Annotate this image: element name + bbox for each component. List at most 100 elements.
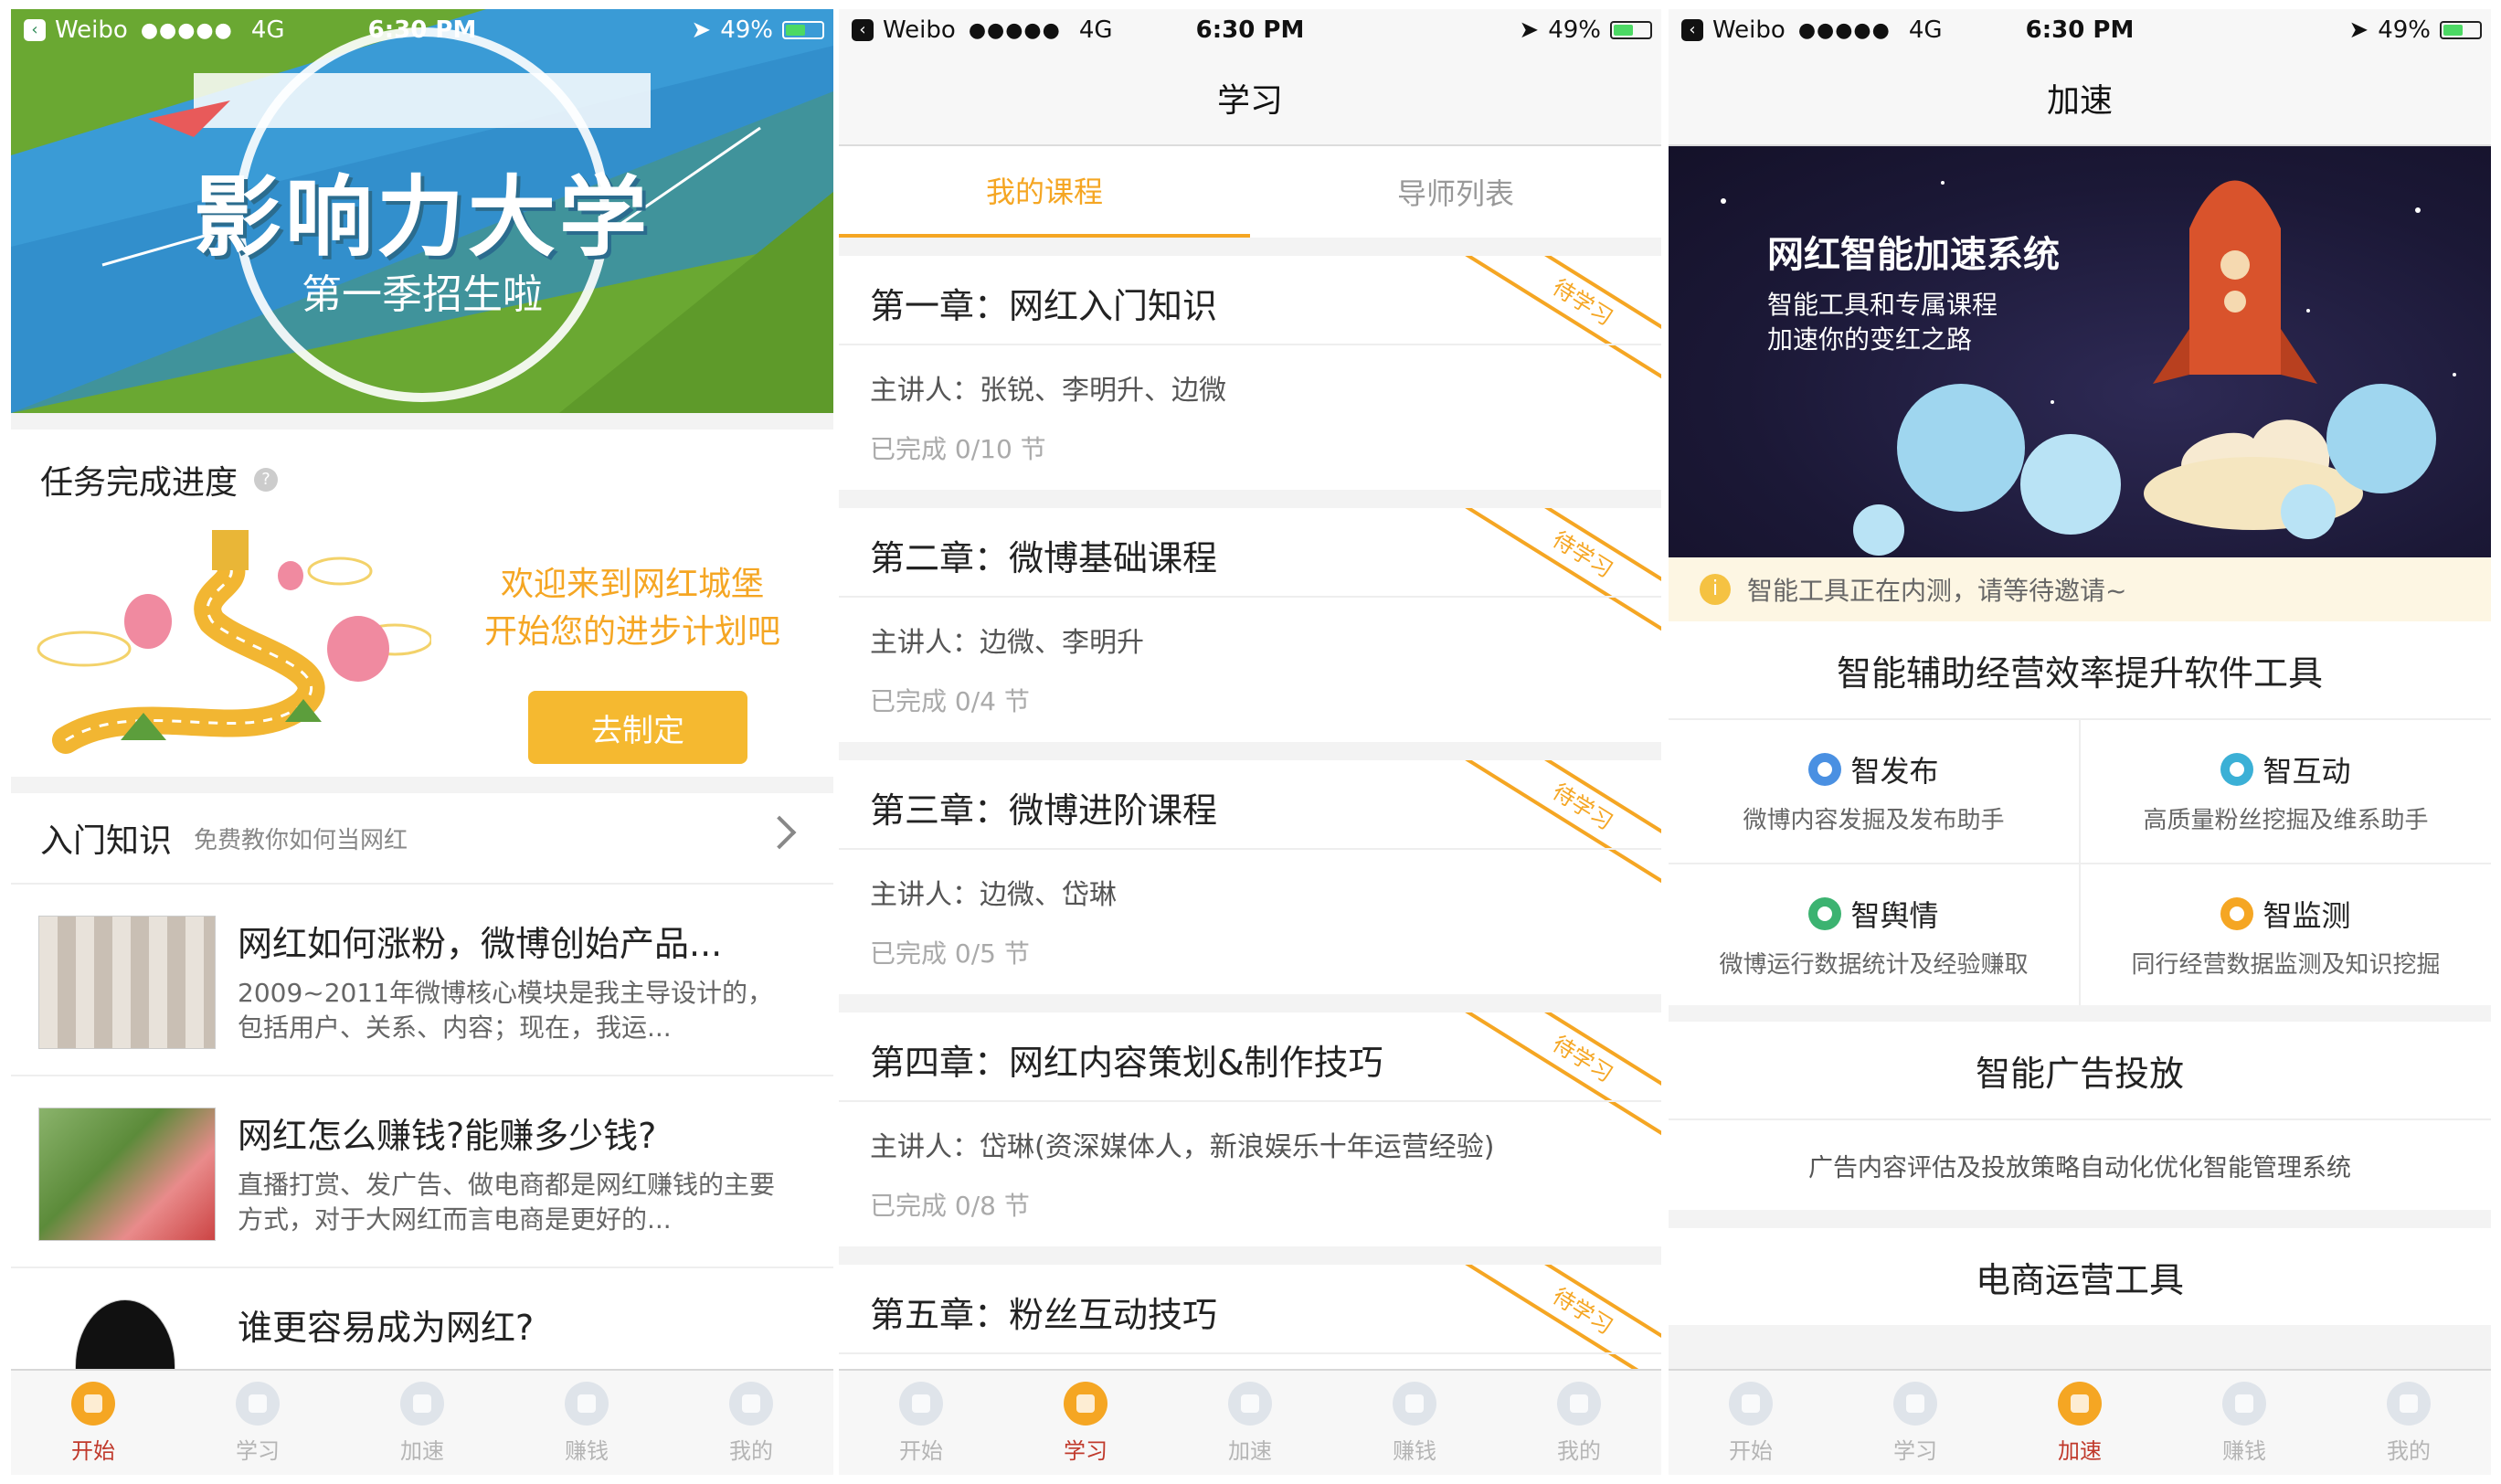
tab-mine[interactable]: 我的 [669, 1371, 833, 1475]
tool-smart-publish[interactable]: 智发布 微博内容发掘及发布助手 [1669, 720, 2079, 863]
banner-subtitle: 第一季招生啦 [302, 271, 543, 318]
accelerate-banner-line-2: 加速你的变红之路 [1767, 324, 1973, 355]
signal-icon: ●●●●● [1797, 18, 1891, 42]
status-bar: ‹ Weibo ●●●●● 4G 6:30 PM ➤ 49% [1669, 9, 2491, 51]
interact-icon [2220, 752, 2254, 786]
carrier-label: Weibo [883, 16, 956, 44]
intro-title: 入门知识 [40, 822, 173, 860]
book-icon [1064, 1381, 1107, 1426]
segment-my-courses[interactable]: 我的课程 [839, 146, 1250, 238]
chapter-title: 第一章：网红入门知识 [870, 286, 1218, 326]
chapter-card[interactable]: 第四章：网红内容策划&制作技巧 待学习 主讲人：岱琳(资深媒体人，新浪娱乐十年运… [839, 1012, 1661, 1246]
home-icon [899, 1381, 943, 1426]
battery-percent: 49% [2378, 16, 2431, 44]
pending-ribbon: 待学习 [1454, 760, 1661, 899]
chapter-title: 第五章：粉丝互动技巧 [870, 1295, 1218, 1335]
tab-label: 开始 [71, 1437, 115, 1464]
chapter-card[interactable]: 第三章：微博进阶课程 待学习 主讲人：边微、岱琳 已完成 0/5 节 [839, 760, 1661, 994]
carrier-label: Weibo [55, 16, 128, 44]
sentiment-icon [1808, 896, 1842, 930]
rocket-icon [400, 1381, 444, 1426]
ads-description: 广告内容评估及投放策略自动化优化智能管理系统 [1669, 1118, 2491, 1210]
publish-icon [1808, 752, 1842, 786]
tab-label: 我的 [729, 1437, 773, 1464]
battery-icon [1610, 21, 1652, 39]
tab-accelerate[interactable]: 加速 [1168, 1371, 1332, 1475]
home-icon [71, 1381, 115, 1426]
tab-accelerate[interactable]: 加速 [1998, 1371, 2162, 1475]
chapter-title: 第四章：网红内容策划&制作技巧 [870, 1043, 1383, 1083]
screen-study: ‹ Weibo ●●●●● 4G 6:30 PM ➤ 49% 学习 我的课程 导… [839, 9, 1661, 1475]
back-to-app-icon[interactable]: ‹ [852, 19, 874, 41]
segment-tutor-list[interactable]: 导师列表 [1250, 146, 1661, 238]
tool-description: 微博内容发掘及发布助手 [1743, 806, 2005, 834]
tab-earn[interactable]: 赚钱 [504, 1371, 669, 1475]
location-arrow-icon: ➤ [2348, 16, 2369, 44]
tab-earn[interactable]: 赚钱 [2162, 1371, 2326, 1475]
tab-label: 赚钱 [1393, 1437, 1436, 1464]
tab-label: 赚钱 [2222, 1437, 2266, 1464]
task-progress-title: 任务完成进度 [40, 464, 238, 502]
tool-smart-interact[interactable]: 智互动 高质量粉丝挖掘及维系助手 [2081, 720, 2491, 863]
battery-icon [782, 21, 824, 39]
home-icon [1729, 1381, 1773, 1426]
road-illustration [37, 530, 431, 754]
beta-notice-text: 智能工具正在内测，请等待邀请~ [1747, 576, 2127, 606]
welcome-card: 欢迎来到网红城堡 开始您的进步计划吧 去制定 [11, 530, 833, 777]
monitor-icon [2220, 896, 2254, 930]
chapter-progress: 已完成 0/5 节 [870, 938, 1030, 969]
rocket-icon [2058, 1381, 2102, 1426]
tab-accelerate[interactable]: 加速 [340, 1371, 504, 1475]
article-description: 直播打赏、发广告、做电商都是网红赚钱的主要方式，对于大网红而言电商是更好的... [238, 1170, 776, 1235]
make-plan-button[interactable]: 去制定 [528, 691, 747, 764]
location-arrow-icon: ➤ [691, 16, 712, 44]
tool-name: 智监测 [2263, 897, 2351, 933]
screen-accelerate: ‹ Weibo ●●●●● 4G 6:30 PM ➤ 49% 加速 网红智能加速… [1669, 9, 2491, 1475]
chapter-progress: 已完成 0/10 节 [870, 434, 1046, 464]
divider [839, 848, 1661, 850]
chapter-title: 第三章：微博进阶课程 [870, 790, 1218, 831]
divider [839, 1352, 1661, 1354]
article-item[interactable]: 网红怎么赚钱?能赚多少钱? 直播打赏、发广告、做电商都是网红赚钱的主要方式，对于… [11, 1075, 833, 1267]
tab-mine[interactable]: 我的 [1497, 1371, 1661, 1475]
welcome-line-1: 欢迎来到网红城堡 [500, 566, 764, 603]
tab-label: 学习 [1893, 1437, 1937, 1464]
tab-bar: 开始 学习 加速 赚钱 我的 [11, 1369, 833, 1475]
tab-earn[interactable]: 赚钱 [1332, 1371, 1497, 1475]
ads-section-title[interactable]: 智能广告投放 [1669, 1022, 2491, 1118]
chapter-card[interactable]: 第二章：微博基础课程 待学习 主讲人：边微、李明升 已完成 0/4 节 [839, 508, 1661, 742]
chapter-card[interactable]: 第一章：网红入门知识 待学习 主讲人：张锐、李明升、边微 已完成 0/10 节 [839, 256, 1661, 490]
tool-smart-monitor[interactable]: 智监测 同行经营数据监测及知识挖掘 [2081, 864, 2491, 1007]
tab-label: 学习 [1064, 1437, 1107, 1464]
back-to-app-icon[interactable]: ‹ [24, 19, 46, 41]
tab-start[interactable]: 开始 [839, 1371, 1003, 1475]
tab-label: 开始 [899, 1437, 943, 1464]
accelerate-banner[interactable]: 网红智能加速系统 智能工具和专属课程 加速你的变红之路 [1669, 146, 2491, 557]
back-to-app-icon[interactable]: ‹ [1681, 19, 1703, 41]
article-item[interactable]: 网红如何涨粉，微博创始产品... 2009~2011年微博核心模块是我主导设计的… [11, 883, 833, 1075]
chapter-lecturers: 主讲人：张锐、李明升、边微 [870, 375, 1226, 407]
tab-label: 我的 [1557, 1437, 1601, 1464]
profile-icon [2387, 1381, 2431, 1426]
intro-knowledge-row[interactable]: 入门知识 免费教你如何当网红 [11, 793, 833, 883]
chapter-progress: 已完成 0/8 节 [870, 1191, 1030, 1221]
rocket-icon [1228, 1381, 1272, 1426]
help-icon[interactable]: ? [254, 468, 279, 492]
tool-description: 同行经营数据监测及知识挖掘 [2131, 950, 2441, 979]
tab-start[interactable]: 开始 [11, 1371, 175, 1475]
signal-icon: ●●●●● [968, 18, 1061, 42]
tab-bar: 开始 学习 加速 赚钱 我的 [839, 1369, 1661, 1475]
article-title: 谁更容易成为网红? [238, 1308, 535, 1348]
tab-mine[interactable]: 我的 [2326, 1371, 2491, 1475]
tab-study[interactable]: 学习 [1003, 1371, 1168, 1475]
tab-study[interactable]: 学习 [1833, 1371, 1998, 1475]
tab-study[interactable]: 学习 [175, 1371, 340, 1475]
tool-smart-sentiment[interactable]: 智舆情 微博运行数据统计及经验赚取 [1669, 864, 2079, 1007]
beta-notice: i 智能工具正在内测，请等待邀请~ [1669, 557, 2491, 621]
university-banner[interactable]: 影响力大学 第一季招生啦 [11, 9, 833, 413]
ecommerce-section-title[interactable]: 电商运营工具 [1669, 1228, 2491, 1325]
tab-start[interactable]: 开始 [1669, 1371, 1833, 1475]
carrier-label: Weibo [1712, 16, 1786, 44]
profile-icon [729, 1381, 773, 1426]
money-icon [2222, 1381, 2266, 1426]
